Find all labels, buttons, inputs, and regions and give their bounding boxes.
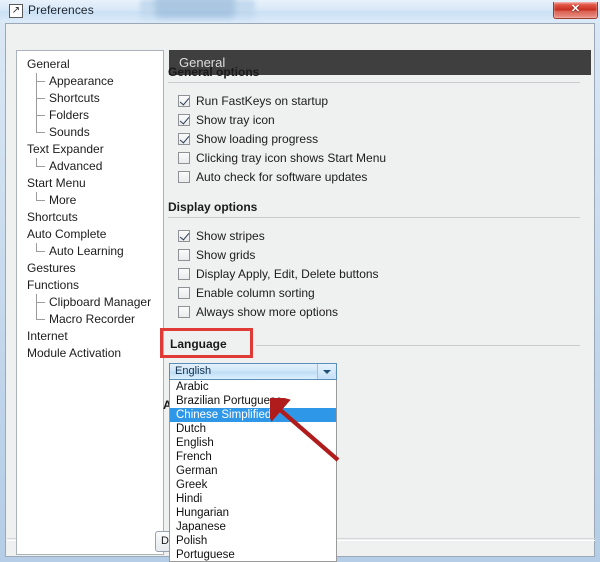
checkbox-row-show-grids[interactable]: Show grids	[178, 246, 255, 264]
checkbox-unchecked-icon[interactable]	[178, 171, 190, 183]
sidebar-item-shortcuts[interactable]: Shortcuts	[17, 90, 163, 107]
checkbox-unchecked-icon[interactable]	[178, 249, 190, 261]
checkbox-unchecked-icon[interactable]	[178, 287, 190, 299]
sidebar-item-folders[interactable]: Folders	[17, 107, 163, 124]
checkbox-checked-icon[interactable]	[178, 133, 190, 145]
checkbox-row-display-apply-edit-delete-buttons[interactable]: Display Apply, Edit, Delete buttons	[178, 265, 379, 283]
screenshot-root: ↗ Preferences ✕ General Appearance Shortcu…	[0, 0, 600, 562]
dropdown-option-portuguese[interactable]: Portuguese	[170, 548, 336, 561]
checkbox-row-always-show-more-options[interactable]: Always show more options	[178, 303, 338, 321]
dropdown-option-hindi[interactable]: Hindi	[170, 492, 336, 506]
checkbox-label: Show stripes	[196, 229, 265, 243]
sidebar-item-macro-recorder[interactable]: Macro Recorder	[17, 311, 163, 328]
checkbox-unchecked-icon[interactable]	[178, 306, 190, 318]
sidebar-item-start-menu[interactable]: Start Menu	[17, 175, 163, 192]
checkbox-row-auto-check-for-software-updates[interactable]: Auto check for software updates	[178, 168, 367, 186]
checkbox-row-show-tray-icon[interactable]: Show tray icon	[178, 111, 275, 129]
dropdown-option-japanese[interactable]: Japanese	[170, 520, 336, 534]
checkbox-label: Display Apply, Edit, Delete buttons	[196, 267, 379, 281]
window-titlebar[interactable]: ↗ Preferences ✕	[0, 0, 600, 22]
dropdown-option-french[interactable]: French	[170, 450, 336, 464]
general-options-rule	[168, 82, 580, 83]
checkbox-label: Auto check for software updates	[196, 170, 368, 184]
close-icon[interactable]: ✕	[553, 2, 598, 19]
dropdown-option-hungarian[interactable]: Hungarian	[170, 506, 336, 520]
sidebar-item-functions[interactable]: Functions	[17, 277, 163, 294]
dropdown-option-polish[interactable]: Polish	[170, 534, 336, 548]
checkbox-label: Run FastKeys on startup	[196, 94, 329, 108]
language-rule	[256, 345, 580, 346]
checkbox-unchecked-icon[interactable]	[178, 152, 190, 164]
sidebar-item-advanced[interactable]: Advanced	[17, 158, 163, 175]
checkbox-checked-icon[interactable]	[178, 230, 190, 242]
sidebar-item-general[interactable]: General	[17, 56, 163, 73]
sidebar-item-clipboard-manager[interactable]: Clipboard Manager	[17, 294, 163, 311]
dropdown-option-dutch[interactable]: Dutch	[170, 422, 336, 436]
dropdown-option-chinese-simplified[interactable]: Chinese Simplified	[170, 408, 336, 422]
titlebar-reflection-decoration	[140, 0, 255, 22]
checkbox-label: Show tray icon	[196, 113, 275, 127]
app-shortcut-icon: ↗	[9, 4, 23, 18]
preferences-window: ↗ Preferences ✕ General Appearance Shortcu…	[0, 0, 600, 562]
checkbox-label: Always show more options	[196, 305, 339, 319]
checkbox-unchecked-icon[interactable]	[178, 268, 190, 280]
language-combobox[interactable]: English	[169, 363, 337, 380]
checkbox-row-show-loading-progress[interactable]: Show loading progress	[178, 130, 318, 148]
sidebar-item-more[interactable]: More	[17, 192, 163, 209]
dropdown-option-english[interactable]: English	[170, 436, 336, 450]
language-combobox-value: English	[175, 365, 212, 377]
dropdown-option-german[interactable]: German	[170, 464, 336, 478]
checkbox-label: Show grids	[196, 248, 256, 262]
checkbox-checked-icon[interactable]	[178, 114, 190, 126]
settings-tree: General Appearance Shortcuts Folders Sounds T…	[17, 51, 163, 362]
checkbox-row-show-stripes[interactable]: Show stripes	[178, 227, 265, 245]
settings-tree-sidebar[interactable]: General Appearance Shortcuts Folders Sounds T…	[16, 50, 164, 555]
sidebar-item-appearance[interactable]: Appearance	[17, 73, 163, 90]
checkbox-row-clicking-tray-icon-shows-start-menu[interactable]: Clicking tray icon shows Start Menu	[178, 149, 386, 167]
display-options-heading: Display options	[168, 200, 258, 214]
sidebar-item-auto-learning[interactable]: Auto Learning	[17, 243, 163, 260]
checkbox-row-enable-column-sorting[interactable]: Enable column sorting	[178, 284, 315, 302]
display-options-rule	[168, 217, 580, 218]
dropdown-option-brazilian-portuguese[interactable]: Brazilian Portuguese	[170, 394, 336, 408]
sidebar-item-shortcuts[interactable]: Shortcuts	[17, 209, 163, 226]
language-dropdown-list[interactable]: Arabic Brazilian Portuguese Chinese Simpli…	[169, 380, 337, 562]
sidebar-item-auto-complete[interactable]: Auto Complete	[17, 226, 163, 243]
checkbox-row-run-fastkeys-on-startup[interactable]: Run FastKeys on startup	[178, 92, 328, 110]
dropdown-option-arabic[interactable]: Arabic	[170, 380, 336, 394]
general-options-heading: General options	[168, 65, 260, 79]
dropdown-option-greek[interactable]: Greek	[170, 478, 336, 492]
checkbox-label: Enable column sorting	[196, 286, 315, 300]
sidebar-item-internet[interactable]: Internet	[17, 328, 163, 345]
language-highlight-box	[160, 328, 253, 358]
sidebar-item-text-expander[interactable]: Text Expander	[17, 141, 163, 158]
sidebar-item-sounds[interactable]: Sounds	[17, 124, 163, 141]
chevron-down-icon[interactable]	[317, 364, 335, 379]
checkbox-label: Clicking tray icon shows Start Menu	[196, 151, 387, 165]
checkbox-checked-icon[interactable]	[178, 95, 190, 107]
checkbox-label: Show loading progress	[196, 132, 319, 146]
window-title: Preferences	[28, 3, 94, 17]
sidebar-item-gestures[interactable]: Gestures	[17, 260, 163, 277]
sidebar-item-module-activation[interactable]: Module Activation	[17, 345, 163, 362]
